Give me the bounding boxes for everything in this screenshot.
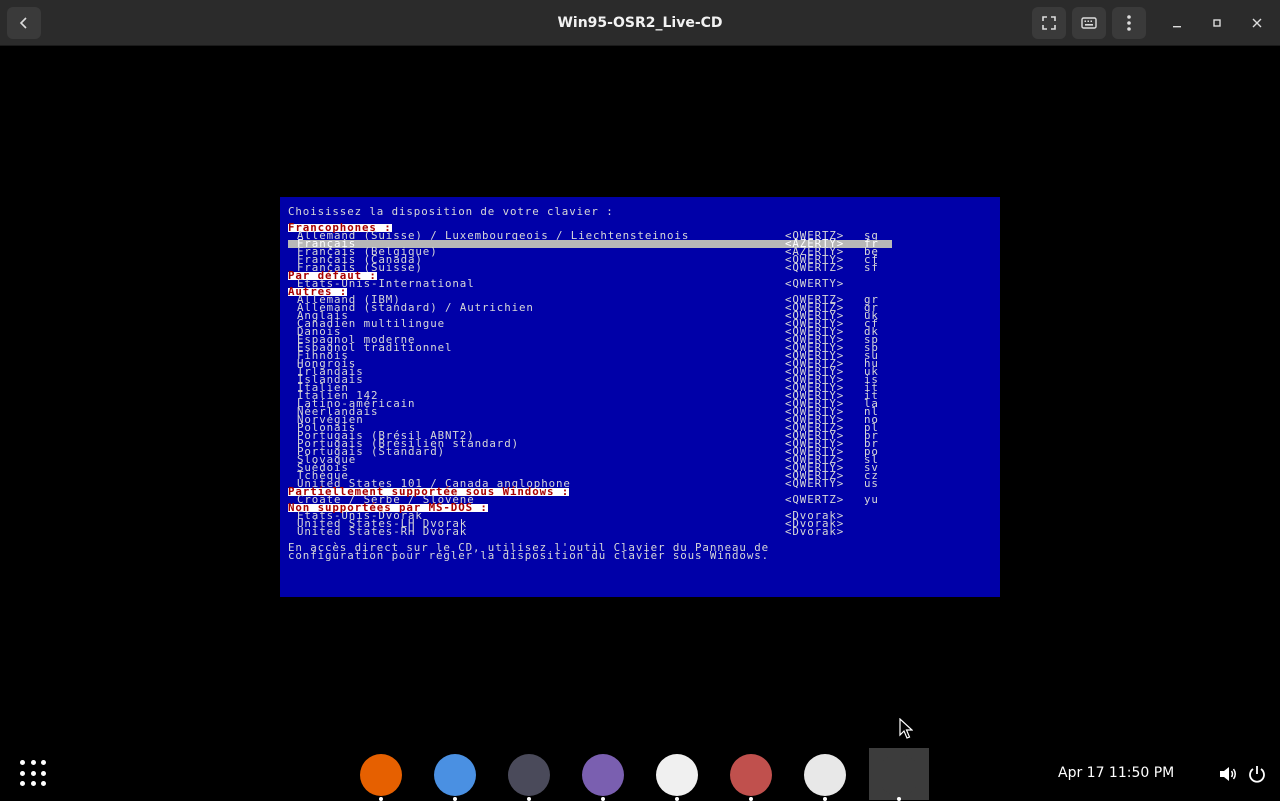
keyboard-option[interactable]: Canadien multilingue <QWERTY> cf [288, 318, 992, 329]
running-indicator [527, 797, 531, 801]
keyboard-option[interactable]: Latino-américain <QWERTY> la [288, 398, 992, 409]
dos-text: Choisissez la disposition de votre clavi… [288, 205, 992, 562]
keyboard-option[interactable]: Etats-Unis-International <QWERTY> [288, 277, 992, 290]
text-editor-icon[interactable] [730, 754, 772, 801]
keyboard-option[interactable]: Hongrois <QWERTZ> hu [288, 358, 992, 369]
maximize-icon [1213, 19, 1221, 27]
keyboard-option[interactable]: Suédois <QWERTY> sv [288, 462, 992, 473]
keyboard-option[interactable]: Espagnol traditionnel <QWERTY> sp [288, 342, 992, 353]
keyboard-option[interactable]: Norvégien <QWERTY> no [288, 414, 992, 425]
keyboard-icon [1081, 17, 1097, 29]
app-grid-icon[interactable] [20, 760, 48, 788]
running-indicator [897, 797, 901, 801]
keyboard-option[interactable]: United States-RH Dvorak <Dvorak> [288, 525, 992, 538]
minimize-icon [1173, 26, 1181, 28]
keyboard-option[interactable]: Islandais <QWERTY> is [288, 374, 992, 385]
keyboard-option[interactable]: Finnois <QWERTY> su [288, 350, 992, 361]
emulator-icon[interactable] [878, 754, 920, 801]
chromium-icon[interactable] [434, 754, 476, 801]
option-name: United States-RH Dvorak [297, 525, 468, 538]
keyboard-option[interactable]: Irlandais <QWERTY> uk [288, 366, 992, 377]
option-layout: <QWERTZ> [785, 261, 845, 274]
keyboard-option[interactable]: Allemand (standard) / Autrichien <QWERTZ>… [288, 302, 992, 313]
running-indicator [453, 797, 457, 801]
terminal-icon[interactable] [508, 754, 550, 801]
close-button[interactable] [1244, 10, 1270, 36]
option-layout: <QWERTY> [785, 477, 845, 490]
keyboard-option[interactable]: Slovaque <QWERTZ> sl [288, 454, 992, 465]
option-layout: <QWERTZ> [785, 493, 845, 506]
keyboard-option[interactable]: Français (Suisse) <QWERTZ> sf [288, 261, 992, 274]
chevron-left-icon [19, 17, 27, 29]
option-code: yu [864, 493, 879, 506]
running-indicator [749, 797, 753, 801]
volume-icon[interactable] [1218, 764, 1238, 784]
maximize-button[interactable] [1204, 10, 1230, 36]
keyboard-button[interactable] [1072, 7, 1106, 39]
fullscreen-icon [1042, 16, 1056, 30]
settings-toggle-icon[interactable] [804, 754, 846, 801]
minimize-button[interactable] [1164, 10, 1190, 36]
mouse-cursor-icon [899, 718, 913, 739]
footer-line: configuration pour régler la disposition… [288, 549, 770, 562]
running-indicator [379, 797, 383, 801]
close-icon [1252, 18, 1262, 28]
back-button[interactable] [7, 7, 41, 39]
option-code: us [864, 477, 879, 490]
window-titlebar: Win95-OSR2_Live-CD [0, 0, 1280, 46]
firefox-icon[interactable] [360, 754, 402, 801]
menu-button[interactable] [1112, 7, 1146, 39]
dock: Apr 17 11:50 PM [0, 748, 1280, 801]
fullscreen-button[interactable] [1032, 7, 1066, 39]
power-icon[interactable] [1247, 764, 1267, 784]
option-layout: <Dvorak> [785, 525, 845, 538]
keyboard-option[interactable]: Néerlandais <QWERTY> nl [288, 406, 992, 417]
keyboard-option[interactable]: Portugais (Standard) <QWERTY> po [288, 446, 992, 457]
option-code: sf [864, 261, 879, 274]
dos-screen[interactable]: Choisissez la disposition de votre clavi… [280, 197, 1000, 597]
running-indicator [675, 797, 679, 801]
dos-prompt: Choisissez la disposition de votre clavi… [288, 205, 614, 218]
vm-icon[interactable] [656, 754, 698, 801]
running-indicator [601, 797, 605, 801]
files-icon[interactable] [582, 754, 624, 801]
clock[interactable]: Apr 17 11:50 PM [1058, 765, 1174, 781]
running-indicator [823, 797, 827, 801]
kebab-menu-icon [1127, 15, 1131, 31]
keyboard-option[interactable]: Allemand (Suisse) / Luxembourgeois / Lie… [288, 230, 992, 241]
option-layout: <QWERTY> [785, 277, 845, 290]
keyboard-option[interactable]: Italien <QWERTY> it [288, 382, 992, 393]
